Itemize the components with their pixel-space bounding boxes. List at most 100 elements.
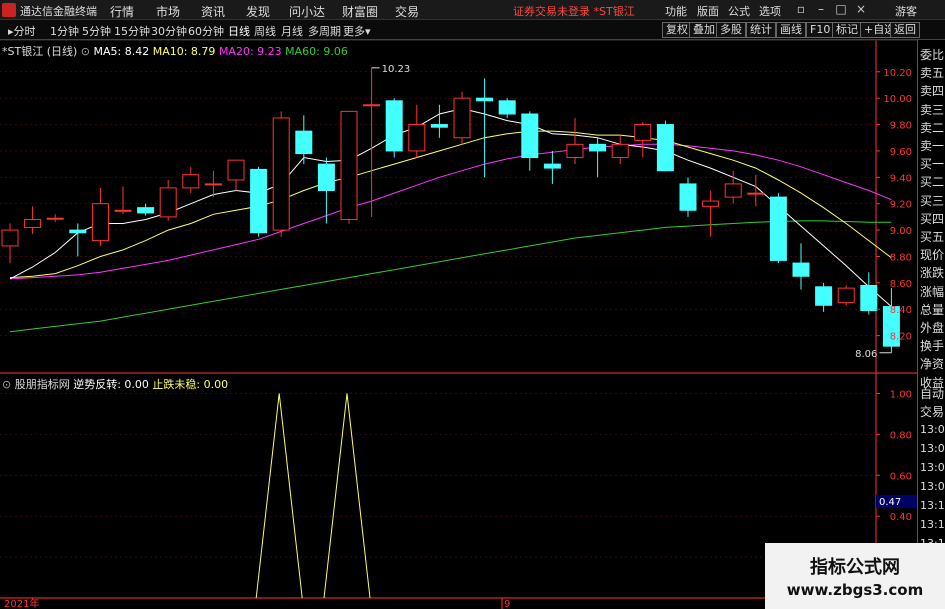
candle xyxy=(114,186,132,215)
trade-login-status[interactable]: 证券交易未登录 *ST银江 xyxy=(513,3,635,19)
candle xyxy=(815,282,833,312)
menu-ask[interactable]: 问小达 xyxy=(289,3,325,20)
candle-body-up xyxy=(46,217,64,220)
period-30min[interactable]: 30分钟 xyxy=(151,23,187,39)
candle xyxy=(702,190,720,237)
ma-lines xyxy=(9,108,892,333)
candle-body-up xyxy=(272,117,290,231)
candle xyxy=(295,115,313,165)
time-axis-month: 9 xyxy=(504,599,510,609)
candle-body-up xyxy=(702,200,720,207)
ma60-line xyxy=(9,220,892,333)
period-monthly[interactable]: 月线 xyxy=(281,23,303,39)
candle-body-down xyxy=(317,163,335,192)
menu-wealth[interactable]: 财富圈 xyxy=(342,3,378,20)
minimize-icon[interactable]: – xyxy=(812,2,830,16)
restore-icon[interactable]: ▫ xyxy=(792,2,810,16)
auto-trade-label[interactable]: 自动 xyxy=(920,385,944,402)
price-tick-label: 8.80 xyxy=(890,252,912,263)
menu-layout[interactable]: 版面 xyxy=(697,3,719,19)
stats-button[interactable]: 统计 xyxy=(746,22,776,38)
period-60min[interactable]: 60分钟 xyxy=(188,23,224,39)
back-button[interactable]: 返回 xyxy=(890,22,920,38)
price-tick-label: 8.40 xyxy=(890,305,912,316)
menu-news[interactable]: 资讯 xyxy=(201,3,225,20)
candle-body-down xyxy=(430,124,448,128)
quote-label: 总量 xyxy=(920,302,945,317)
guest-label[interactable]: 游客 xyxy=(895,3,917,19)
candle-body-up xyxy=(363,104,381,107)
low-label: 8.06 xyxy=(855,349,877,360)
candle-body-down xyxy=(543,163,561,169)
period-multi[interactable]: 多周期 xyxy=(308,23,341,39)
adjust-button[interactable]: 复权 xyxy=(662,22,692,38)
period-daily[interactable]: 日线 xyxy=(228,23,250,39)
menu-discover[interactable]: 发现 xyxy=(246,3,270,20)
candle-body-up xyxy=(227,159,245,181)
indicator-peak xyxy=(323,393,371,599)
menu-formula[interactable]: 公式 xyxy=(728,3,750,19)
tick-time: 13:09 xyxy=(920,480,945,493)
period-5min[interactable]: 5分钟 xyxy=(82,23,111,39)
mark-button[interactable]: 标记 xyxy=(832,22,862,38)
tick-time: 13:10 xyxy=(920,518,945,531)
candle-body-down xyxy=(498,100,516,115)
menu-trade[interactable]: 交易 xyxy=(395,3,419,20)
menu-options[interactable]: 选项 xyxy=(759,3,781,19)
candle xyxy=(24,206,42,235)
candle xyxy=(340,110,358,224)
quote-label: 买五 xyxy=(920,230,945,244)
quote-label: 卖三 xyxy=(920,102,945,117)
indicator-chart xyxy=(255,393,371,599)
menu-market-quotes[interactable]: 行情 xyxy=(110,3,134,20)
candle-body-up xyxy=(91,203,109,242)
menu-market[interactable]: 市场 xyxy=(156,3,180,20)
period-1min[interactable]: 1分钟 xyxy=(50,23,79,39)
close-icon[interactable]: × xyxy=(852,2,870,16)
candle-body-down xyxy=(656,124,674,172)
period-weekly[interactable]: 周线 xyxy=(254,23,276,39)
candle xyxy=(250,166,268,237)
candle xyxy=(272,111,290,237)
quote-label: 买四 xyxy=(920,211,945,226)
candle xyxy=(769,193,787,264)
price-tick-label: 8.60 xyxy=(890,279,912,290)
period-more[interactable]: 更多▾ xyxy=(343,23,371,39)
overlay-button[interactable]: 叠加 xyxy=(689,22,719,38)
candle xyxy=(724,170,742,204)
candle-body-down xyxy=(69,229,87,234)
quote-label: 卖五 xyxy=(920,66,945,81)
candle xyxy=(159,179,177,221)
maximize-icon[interactable]: □ xyxy=(832,2,850,16)
indicator-tick-label: 0.80 xyxy=(890,430,912,441)
period-intraday[interactable]: ▸分时 xyxy=(8,23,36,39)
price-tick-label: 8.20 xyxy=(890,332,912,343)
quote-label: 买二 xyxy=(920,175,945,190)
period-toolbar: ▸分时 1分钟 5分钟 15分钟 30分钟 60分钟 日线 周线 月线 多周期 … xyxy=(0,20,945,40)
kline-chart[interactable]: 8.20 8.40 8.60 8.80 9.00 9.20 9.40 9.60 9.80 10.0… xyxy=(0,40,917,609)
candle xyxy=(611,135,629,165)
period-15min[interactable]: 15分钟 xyxy=(114,23,150,39)
trade-label[interactable]: 交易 xyxy=(920,403,944,420)
tick-time: 13:10 xyxy=(920,499,945,512)
candle-body-up xyxy=(634,124,652,141)
candle xyxy=(521,111,539,171)
menu-function[interactable]: 功能 xyxy=(665,3,687,19)
price-tick-label: 9.00 xyxy=(890,226,912,237)
indicator-tick-label: 1.00 xyxy=(890,389,912,400)
candle-body-up xyxy=(24,219,42,228)
candle-body-up xyxy=(182,174,200,189)
watermark-url: www.zbgs3.com xyxy=(786,581,924,599)
candle-body-up xyxy=(408,124,426,152)
candle xyxy=(46,214,64,223)
draw-line-button[interactable]: 画线 xyxy=(776,22,806,38)
candle xyxy=(589,137,607,178)
app-title: 通达信金融终端 xyxy=(20,5,97,18)
candle-body-up xyxy=(611,143,629,159)
multi-stock-button[interactable]: 多股 xyxy=(716,22,746,38)
indicator-readout: 0.47 xyxy=(879,497,901,508)
f10-button[interactable]: F10 xyxy=(806,22,835,38)
price-tick-label: 9.60 xyxy=(890,147,912,158)
candle xyxy=(792,243,810,290)
app-logo xyxy=(2,3,16,17)
